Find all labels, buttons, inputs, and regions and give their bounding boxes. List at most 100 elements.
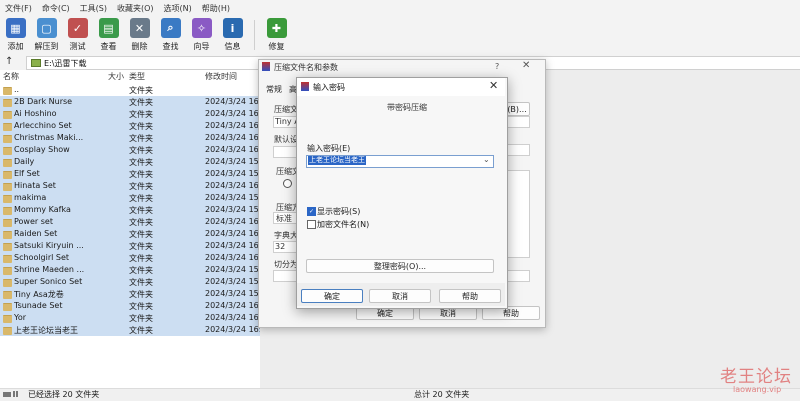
- column-type[interactable]: 类型: [129, 71, 145, 82]
- file-name: Shrine Maeden ...: [14, 265, 85, 274]
- encrypt-filenames-checkbox[interactable]: [307, 220, 316, 229]
- toolbar-button[interactable]: ▦ 添加: [0, 16, 31, 54]
- file-row[interactable]: Cosplay Show 文件夹 2024/3/24 16:: [0, 144, 260, 156]
- format-radio[interactable]: [283, 179, 292, 188]
- file-modified: 2024/3/24 16:: [205, 133, 260, 142]
- file-row[interactable]: Tsunade Set 文件夹 2024/3/24 16:: [0, 300, 260, 312]
- folder-icon: [3, 159, 12, 167]
- organize-passwords-button[interactable]: 整理密码(O)...: [306, 259, 494, 273]
- file-modified: 2024/3/24 15:: [205, 265, 260, 274]
- file-row[interactable]: Arlecchino Set 文件夹 2024/3/24 16:: [0, 120, 260, 132]
- file-row[interactable]: Super Sonico Set 文件夹 2024/3/24 15:: [0, 276, 260, 288]
- close-icon[interactable]: ✕: [489, 79, 498, 92]
- toolbar-button[interactable]: ✓ 测试: [62, 16, 93, 54]
- file-row[interactable]: Elf Set 文件夹 2024/3/24 15:: [0, 168, 260, 180]
- folder-icon: [3, 315, 12, 323]
- file-row[interactable]: Schoolgirl Set 文件夹 2024/3/24 16:: [0, 252, 260, 264]
- file-modified: 2024/3/24 16:: [205, 109, 260, 118]
- folder-extract-icon: ▢: [36, 18, 57, 38]
- up-arrow-icon[interactable]: ↑: [5, 54, 19, 70]
- menu-item[interactable]: 工具(S): [75, 3, 112, 14]
- file-modified: 2024/3/24 15:: [205, 169, 260, 178]
- file-modified: 2024/3/24 16:: [205, 97, 260, 106]
- file-name: Cosplay Show: [14, 145, 70, 154]
- folder-icon: [3, 147, 12, 155]
- menu-item[interactable]: 命令(C): [37, 3, 75, 14]
- menu-item[interactable]: 文件(F): [0, 3, 37, 14]
- file-name: Satsuki Kiryuin ...: [14, 241, 84, 250]
- chevron-down-icon[interactable]: ⌄: [483, 155, 490, 164]
- toolbar-button[interactable]: ✕ 删除: [124, 16, 155, 54]
- toolbar-button-label: 删除: [131, 42, 148, 51]
- winrar-app-icon: [301, 82, 309, 91]
- menu-item[interactable]: 收藏夹(O): [112, 3, 159, 14]
- file-row[interactable]: Raiden Set 文件夹 2024/3/24 16:: [0, 228, 260, 240]
- folder-icon: [3, 303, 12, 311]
- folder-icon: [3, 219, 12, 227]
- file-modified: 2024/3/24 16:: [205, 313, 260, 322]
- file-row[interactable]: Daily 文件夹 2024/3/24 15:: [0, 156, 260, 168]
- file-row[interactable]: Christmas Maki... 文件夹 2024/3/24 16:: [0, 132, 260, 144]
- file-row[interactable]: Shrine Maeden ... 文件夹 2024/3/24 15:: [0, 264, 260, 276]
- toolbar-button-label: 查找: [162, 42, 179, 51]
- file-type: 文件夹: [129, 278, 153, 287]
- file-type: 文件夹: [129, 98, 153, 107]
- file-modified: 2024/3/24 16:: [205, 241, 260, 250]
- encrypt-filenames-label[interactable]: 加密文件名(N): [317, 219, 369, 230]
- toolbar-button[interactable]: ▢ 解压到: [31, 16, 62, 54]
- toolbar-button[interactable]: ✧ 向导: [186, 16, 217, 54]
- file-modified: 2024/3/24 15:: [205, 289, 260, 298]
- folder-icon: [3, 111, 12, 119]
- password-cancel-button[interactable]: 取消: [369, 289, 431, 303]
- file-type: 文件夹: [129, 146, 153, 155]
- file-modified: 2024/3/24 15:: [205, 157, 260, 166]
- help-icon[interactable]: ?: [495, 62, 499, 71]
- repair-kit-icon: ✚: [266, 18, 287, 38]
- toolbar-button[interactable]: ⌕ 查找: [155, 16, 186, 54]
- column-name[interactable]: 名称: [3, 71, 19, 82]
- column-size[interactable]: 大小: [108, 71, 124, 82]
- file-row[interactable]: Yor 文件夹 2024/3/24 16:: [0, 312, 260, 324]
- file-type: 文件夹: [129, 182, 153, 191]
- file-type: 文件夹: [129, 266, 153, 275]
- tab-general[interactable]: 常规: [266, 84, 282, 95]
- menu-item[interactable]: 选项(N): [159, 3, 197, 14]
- toolbar-button[interactable]: ▤ 查看: [93, 16, 124, 54]
- password-ok-button[interactable]: 确定: [301, 289, 363, 303]
- file-type: 文件夹: [129, 110, 153, 119]
- toolbar-button[interactable]: i 信息: [217, 16, 248, 54]
- file-row[interactable]: 上老王论坛当老王 文件夹 2024/3/24 16:: [0, 324, 260, 336]
- file-name: Tiny Asa龙卷: [14, 290, 64, 299]
- file-row[interactable]: Power set 文件夹 2024/3/24 16:: [0, 216, 260, 228]
- file-row[interactable]: Ai Hoshino 文件夹 2024/3/24 16:: [0, 108, 260, 120]
- toolbar-separator: [254, 20, 255, 50]
- file-row[interactable]: Hinata Set 文件夹 2024/3/24 16:: [0, 180, 260, 192]
- file-row[interactable]: 2B Dark Nurse 文件夹 2024/3/24 16:: [0, 96, 260, 108]
- close-icon[interactable]: ✕: [522, 60, 530, 71]
- info-icon: i: [222, 18, 243, 38]
- file-row[interactable]: makima 文件夹 2024/3/24 15:: [0, 192, 260, 204]
- password-dialog-heading: 带密码压缩: [387, 103, 427, 112]
- file-type: 文件夹: [129, 314, 153, 323]
- file-modified: 2024/3/24 16:: [205, 253, 260, 262]
- winrar-add-icon: ▦: [5, 18, 26, 38]
- file-name: Arlecchino Set: [14, 121, 72, 130]
- drive-status-icon[interactable]: [3, 390, 23, 398]
- show-password-checkbox[interactable]: ✓: [307, 207, 316, 216]
- toolbar-button[interactable]: ✚ 修复: [261, 16, 292, 54]
- file-row[interactable]: Tiny Asa龙卷 文件夹 2024/3/24 15:: [0, 288, 260, 300]
- password-value: 上老王论坛当老王: [308, 156, 366, 165]
- column-modified[interactable]: 修改时间: [205, 71, 237, 82]
- menu-item[interactable]: 帮助(H): [197, 3, 235, 14]
- file-row[interactable]: .. 文件夹: [0, 84, 260, 96]
- show-password-label[interactable]: 显示密码(S): [317, 206, 360, 217]
- file-modified: 2024/3/24 16:: [205, 145, 260, 154]
- folder-icon: [3, 243, 12, 251]
- file-name: makima: [14, 193, 47, 202]
- folder-icon: [3, 171, 12, 179]
- file-row[interactable]: Satsuki Kiryuin ... 文件夹 2024/3/24 16:: [0, 240, 260, 252]
- file-row[interactable]: Mommy Kafka 文件夹 2024/3/24 15:: [0, 204, 260, 216]
- watermark-url: laowang.vip: [733, 385, 782, 394]
- password-help-button[interactable]: 帮助: [439, 289, 501, 303]
- file-modified: 2024/3/24 16:: [205, 217, 260, 226]
